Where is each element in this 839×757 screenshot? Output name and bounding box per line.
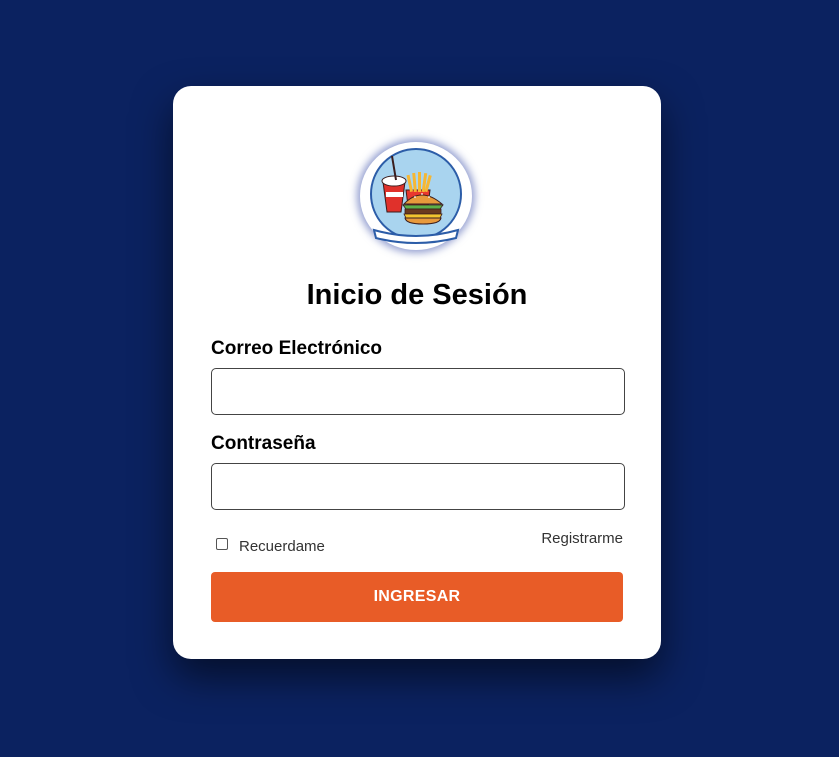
email-label: Correo Electrónico xyxy=(211,338,383,359)
login-submit-button[interactable]: INGRESAR xyxy=(211,572,623,622)
register-link[interactable]: Registrarme xyxy=(541,530,623,547)
remember-me: Recuerdame xyxy=(216,532,325,555)
password-field[interactable] xyxy=(211,463,625,510)
remember-label[interactable]: Recuerdame xyxy=(239,538,325,555)
remember-checkbox[interactable] xyxy=(216,537,228,550)
page-title: Inicio de Sesión xyxy=(306,279,528,311)
fast-food-logo-icon xyxy=(360,142,472,250)
login-card: Inicio de Sesión Correo Electrónico Cont… xyxy=(173,86,661,659)
email-field[interactable] xyxy=(211,368,625,415)
password-label: Contraseña xyxy=(211,433,316,454)
